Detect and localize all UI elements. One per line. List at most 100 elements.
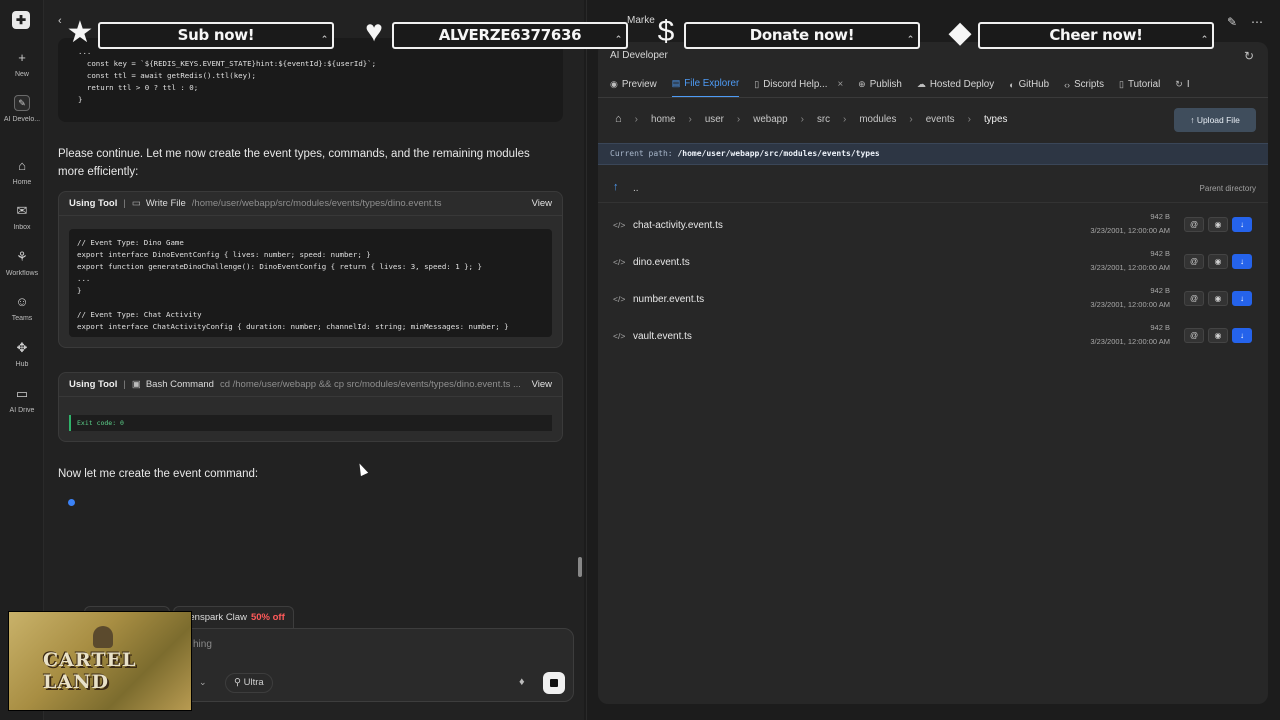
preview-eye-button[interactable]: ◉ [1208,254,1228,269]
tab-history[interactable]: ↻ I [1175,72,1190,97]
chat-input-box[interactable]: hing ⌄ ⚲ Ultra ♦ [172,628,574,702]
download-button[interactable]: ↓ [1232,217,1252,232]
more-icon[interactable]: ⋯ [1251,15,1263,29]
chevron-right-icon: › [634,113,638,125]
edit-icon[interactable]: ✎ [1227,15,1237,29]
book-icon: ▯ [1119,79,1124,89]
mention-button[interactable]: @ [1184,328,1204,343]
tab-label: Hosted Deploy [929,79,995,90]
mention-button[interactable]: @ [1184,217,1204,232]
assistant-message: Please continue. Let me now create the e… [58,148,530,178]
tool-label: Using Tool [69,198,118,209]
code-file-icon: </> [613,220,626,230]
breadcrumb-webapp[interactable]: webapp [753,114,787,125]
tab-preview[interactable]: ◉ Preview [610,72,657,97]
tool-path: cd /home/user/webapp && cp src/modules/e… [219,379,520,390]
file-explorer-icon: ▤ [671,78,681,88]
view-button[interactable]: View [532,198,552,209]
home-icon: ⌂ [18,158,26,173]
loading-indicator [68,499,75,506]
panel-divider[interactable] [586,0,587,720]
tab-github[interactable]: ◐ GitHub [1009,72,1049,97]
file-name[interactable]: dino.event.ts [633,257,690,268]
ai-developer-icon: ✎ [14,95,30,111]
tool-code: // Event Type: Dino Game export interfac… [69,229,552,337]
rail-item-hub[interactable]: ✥ Hub [0,340,44,368]
rail-item-inbox[interactable]: ✉ Inbox [0,203,44,231]
close-icon[interactable]: × [837,79,843,90]
chat-scrollbar[interactable] [578,557,582,577]
rail-item-ai-drive[interactable]: ▭ AI Drive [0,386,44,414]
file-date: 3/23/2001, 12:00:00 AM [1090,263,1170,272]
inbox-icon: ✉ [16,203,28,218]
banner-cheer: Cheer now! ⌃ ◆ [940,13,1216,51]
file-size: 942 B [1150,323,1170,332]
rail-item-ai-developer[interactable]: ✎ AI Develo... [0,95,44,123]
chevron-up-icon: ⌃ [906,35,915,45]
tab-tutorial[interactable]: ▯ Tutorial [1119,72,1161,97]
preview-eye-button[interactable]: ◉ [1208,328,1228,343]
code-icon: ‹› [1064,79,1071,90]
exit-code: Exit code: 0 [69,415,552,431]
file-size: 942 B [1150,249,1170,258]
view-button[interactable]: View [532,379,552,390]
chat-input[interactable]: hing [193,639,212,650]
mention-button[interactable]: @ [1184,254,1204,269]
rail-item-workflows[interactable]: ⚘ Workflows [0,249,44,277]
stop-button[interactable] [543,672,565,694]
history-icon: ↻ [1175,79,1183,89]
rail-item-home[interactable]: ⌂ Home [0,158,44,186]
rail-item-label: AI Develo... [3,116,41,123]
banner-label: ALVERZE6377636 [438,26,582,44]
webcam-logo-text: CARTEL LAND [43,649,137,693]
file-name[interactable]: chat-activity.event.ts [633,220,723,231]
microphone-icon[interactable]: ♦ [519,676,525,688]
tab-label: Tutorial [1127,79,1161,90]
diamond-icon: ◆ [948,15,972,49]
download-button[interactable]: ↓ [1232,291,1252,306]
mention-button[interactable]: @ [1184,291,1204,306]
download-button[interactable]: ↓ [1232,254,1252,269]
breadcrumb-types[interactable]: types [984,114,1007,125]
tab-label: Publish [869,79,902,90]
banner-label: Donate now! [749,26,855,44]
panel-tabs: ◉ Preview ▤ File Explorer ▯ Discord Help...… [598,72,1268,98]
file-date: 3/23/2001, 12:00:00 AM [1090,337,1170,346]
breadcrumb-events[interactable]: events [926,114,955,125]
preview-eye-button[interactable]: ◉ [1208,217,1228,232]
breadcrumb-modules[interactable]: modules [859,114,896,125]
tool-card-write-file: Using Tool | ▭ Write File /home/user/web… [58,191,563,348]
preview-eye-button[interactable]: ◉ [1208,291,1228,306]
tab-publish[interactable]: ⊕ Publish [858,72,902,97]
file-name[interactable]: number.event.ts [633,294,704,305]
refresh-icon[interactable]: ↻ [1244,49,1254,63]
app-logo-icon[interactable]: ✚ [12,11,30,29]
rail-item-teams[interactable]: ☺ Teams [0,294,44,322]
tool-label: Using Tool [69,379,118,390]
file-name[interactable]: vault.event.ts [633,331,692,342]
parent-directory-row[interactable]: ↑ .. Parent directory [598,175,1268,203]
download-button[interactable]: ↓ [1232,328,1252,343]
tab-file-explorer[interactable]: ▤ File Explorer [671,72,740,97]
tab-scripts[interactable]: ‹› Scripts [1064,72,1104,97]
file-row[interactable]: </> chat-activity.event.ts 942 B 3/23/20… [598,208,1268,245]
eye-icon: ◉ [610,79,618,89]
tab-discord-help[interactable]: ▯ Discord Help... × [754,72,843,97]
home-icon[interactable]: ⌂ [615,113,622,125]
breadcrumb-user[interactable]: user [705,114,724,125]
breadcrumb-home[interactable]: home [651,114,676,125]
file-row[interactable]: </> dino.event.ts 942 B 3/23/2001, 12:00… [598,245,1268,282]
breadcrumb-src[interactable]: src [817,114,830,125]
chevron-down-icon[interactable]: ⌄ [199,677,207,688]
file-row[interactable]: </> number.event.ts 942 B 3/23/2001, 12:… [598,282,1268,319]
mode-button[interactable]: ⚲ Ultra [225,673,273,693]
rail-item-label: New [14,71,29,78]
tab-hosted-deploy[interactable]: ☁ Hosted Deploy [917,72,995,97]
upload-file-button[interactable]: ↑ Upload File [1174,108,1256,132]
file-row[interactable]: </> vault.event.ts 942 B 3/23/2001, 12:0… [598,319,1268,356]
code-file-icon: </> [613,331,626,341]
banner-donate: Donate now! ⌃ $ [646,13,922,51]
parent-dots: .. [633,183,639,194]
rail-item-new[interactable]: + New [0,50,44,78]
tab-label: I [1186,79,1190,90]
